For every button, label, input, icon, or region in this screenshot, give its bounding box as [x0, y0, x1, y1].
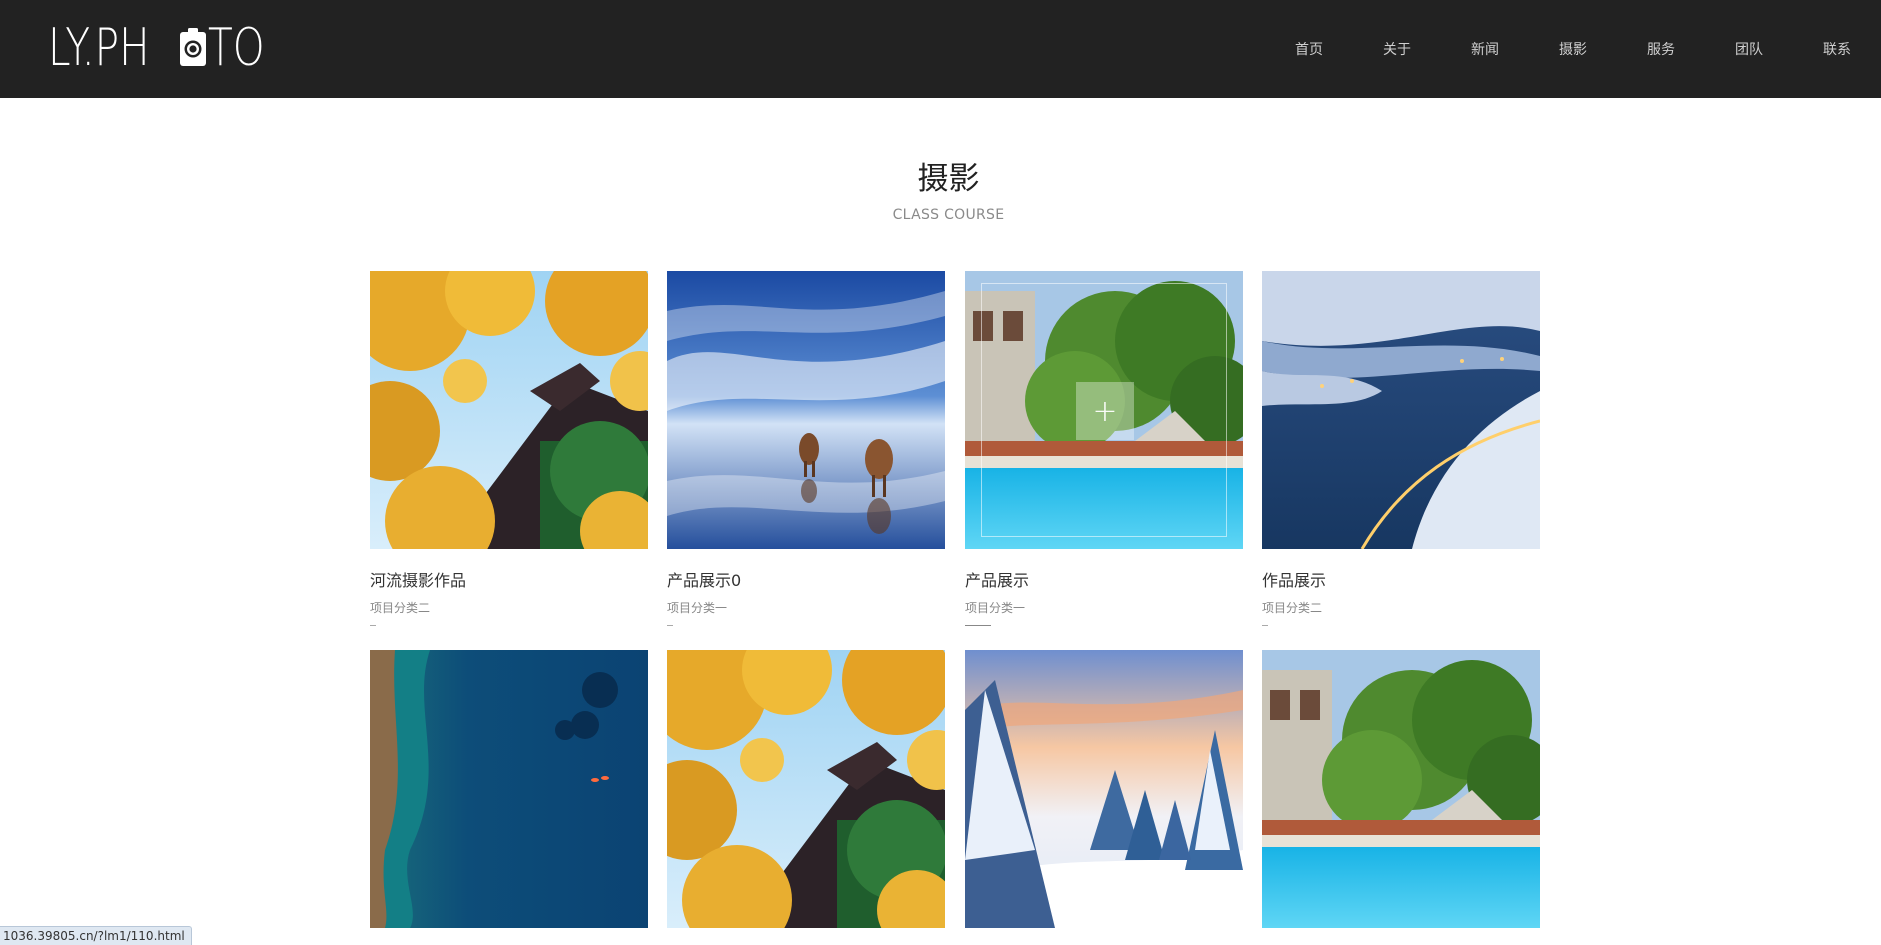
card-divider: [1262, 625, 1268, 626]
card-divider: [965, 625, 991, 626]
portfolio-card: [370, 650, 648, 928]
main-nav: 首页 关于 新闻 摄影 服务 团队 联系: [1265, 0, 1881, 98]
top-header: LY.PH TO 首页 关于 新闻 摄影 服务 团队 联系: [0, 0, 1881, 98]
logo-text-right: TO: [208, 18, 265, 78]
card-title[interactable]: 作品展示: [1262, 571, 1540, 591]
card-category: 项目分类二: [370, 601, 431, 615]
portfolio-image-ocean-coast[interactable]: [370, 650, 648, 928]
nav-news[interactable]: 新闻: [1441, 39, 1529, 59]
logo-text-left: LY.PH: [48, 18, 150, 78]
nav-team[interactable]: 团队: [1705, 39, 1793, 59]
plus-icon[interactable]: +: [1076, 382, 1134, 440]
portfolio-image-horses-sky[interactable]: [667, 271, 945, 549]
portfolio-card: [1262, 650, 1540, 928]
portfolio-image-snow-forest[interactable]: [965, 650, 1243, 928]
card-category: 项目分类二: [1262, 601, 1323, 615]
portfolio-card: 河流摄影作品 项目分类二: [370, 271, 648, 626]
section-title: 摄影: [917, 161, 980, 197]
card-category: 项目分类一: [965, 601, 1026, 615]
portfolio-image-pool-villa[interactable]: +: [965, 271, 1243, 549]
portfolio-card: [667, 650, 945, 928]
portfolio-card: 产品展示0 项目分类一: [667, 271, 945, 626]
card-divider: [370, 625, 376, 626]
browser-status-url: 1036.39805.cn/?lm1/110.html: [0, 926, 192, 945]
card-title[interactable]: 产品展示0: [667, 571, 945, 591]
card-title[interactable]: 产品展示: [965, 571, 1243, 591]
portfolio-image-ginkgo-temple-2[interactable]: [667, 650, 945, 928]
card-category: 项目分类一: [667, 601, 728, 615]
nav-photography[interactable]: 摄影: [1529, 39, 1617, 59]
section-subtitle: CLASS COURSE: [892, 207, 1005, 223]
portfolio-image-pool-villa-2[interactable]: [1262, 650, 1540, 928]
portfolio-image-ginkgo-temple[interactable]: [370, 271, 648, 549]
nav-contact[interactable]: 联系: [1793, 39, 1881, 59]
portfolio-image-snowy-fjord[interactable]: [1262, 271, 1540, 549]
camera-icon: [179, 26, 207, 70]
card-title[interactable]: 河流摄影作品: [370, 571, 648, 591]
nav-services[interactable]: 服务: [1617, 39, 1705, 59]
nav-about[interactable]: 关于: [1353, 39, 1441, 59]
nav-home[interactable]: 首页: [1265, 39, 1353, 59]
site-logo[interactable]: LY.PH TO: [48, 22, 281, 74]
portfolio-card: + 产品展示 项目分类一: [965, 271, 1243, 626]
card-divider: [667, 625, 673, 626]
portfolio-card: [965, 650, 1243, 928]
portfolio-card: 作品展示 项目分类二: [1262, 271, 1540, 626]
